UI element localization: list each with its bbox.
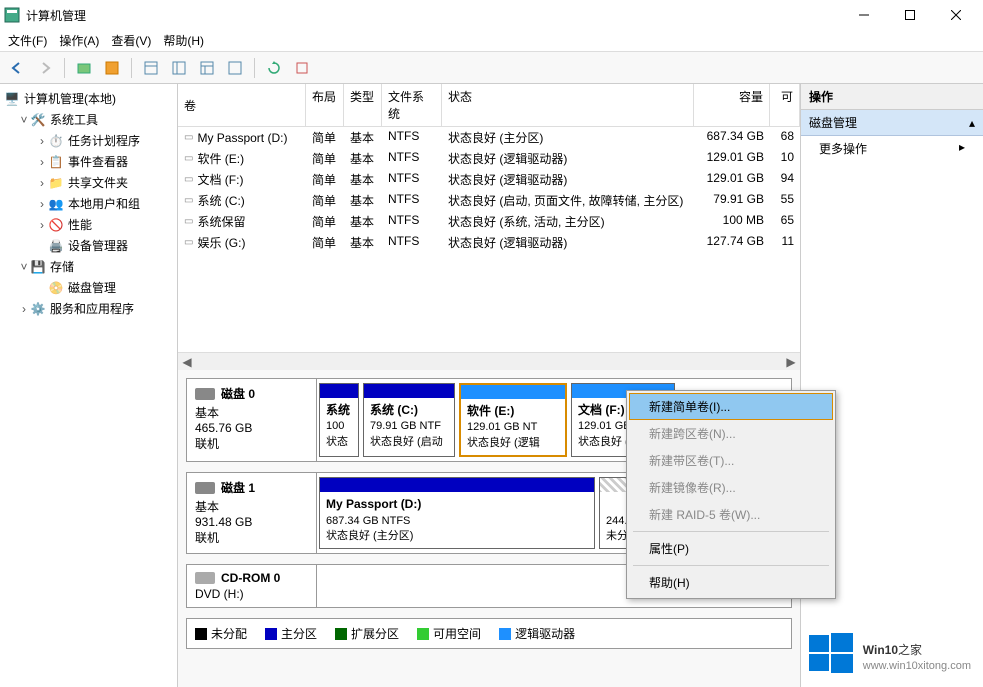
menu-view[interactable]: 查看(V) [111,32,151,49]
titlebar: 计算机管理 [0,0,983,30]
app-icon [4,7,20,23]
partition[interactable]: My Passport (D:)687.34 GB NTFS状态良好 (主分区) [319,477,595,549]
minimize-button[interactable] [841,0,887,30]
volume-row[interactable]: 娱乐 (G:)简单基本NTFS状态良好 (逻辑驱动器)127.74 GB11 [178,232,800,253]
sidebar-head: 操作 [801,84,983,110]
nav-tree: 🖥️计算机管理(本地) ˅🛠️系统工具 ›⏱️任务计划程序 ›📋事件查看器 ›📁… [0,84,178,687]
tree-systools[interactable]: ˅🛠️系统工具 [0,109,177,130]
menu-file[interactable]: 文件(F) [8,32,47,49]
refresh-button[interactable] [263,57,285,79]
context-menu: 新建简单卷(I)... 新建跨区卷(N)... 新建带区卷(T)... 新建镜像… [626,390,836,599]
menu-new-raid5-volume: 新建 RAID-5 卷(W)... [629,501,833,528]
tree-shared[interactable]: ›📁共享文件夹 [0,172,177,193]
legend: 未分配 主分区 扩展分区 可用空间 逻辑驱动器 [186,618,792,649]
scroll-right[interactable]: ▶ [782,355,800,369]
tool-icon[interactable] [101,57,123,79]
tree-root[interactable]: 🖥️计算机管理(本地) [0,88,177,109]
toolbar [0,52,983,84]
partition[interactable]: 系统100状态 [319,383,359,457]
close-button[interactable] [933,0,979,30]
tree-scheduler[interactable]: ›⏱️任务计划程序 [0,130,177,151]
col-fs[interactable]: 文件系统 [382,84,442,126]
window-title: 计算机管理 [26,7,841,24]
tool-icon[interactable] [168,57,190,79]
tree-storage[interactable]: ˅💾存储 [0,256,177,277]
scroll-left[interactable]: ◀ [178,355,196,369]
menubar: 文件(F) 操作(A) 查看(V) 帮助(H) [0,30,983,52]
menu-new-stripe-volume: 新建带区卷(T)... [629,447,833,474]
watermark: Win10之家 www.win10xitong.com [809,631,971,675]
volume-row[interactable]: 文档 (F:)简单基本NTFS状态良好 (逻辑驱动器)129.01 GB94 [178,169,800,190]
tree-users[interactable]: ›👥本地用户和组 [0,193,177,214]
menu-new-span-volume: 新建跨区卷(N)... [629,420,833,447]
tree-perf[interactable]: ›🚫性能 [0,214,177,235]
col-cap[interactable]: 容量 [694,84,770,126]
tree-devmgr[interactable]: 🖨️设备管理器 [0,235,177,256]
volume-list: 卷 布局 类型 文件系统 状态 容量 可 My Passport (D:)简单基… [178,84,800,370]
sidebar-more[interactable]: 更多操作▸ [801,136,983,161]
col-layout[interactable]: 布局 [306,84,344,126]
menu-new-simple-volume[interactable]: 新建简单卷(I)... [629,393,833,420]
tree-diskmgmt[interactable]: 📀磁盘管理 [0,277,177,298]
tool-icon[interactable] [291,57,313,79]
volume-row[interactable]: My Passport (D:)简单基本NTFS状态良好 (主分区)687.34… [178,127,800,148]
col-status[interactable]: 状态 [442,84,694,126]
chevron-right-icon: ▸ [959,140,965,157]
col-vol[interactable]: 卷 [178,84,306,126]
maximize-button[interactable] [887,0,933,30]
partition[interactable]: 系统 (C:)79.91 GB NTF状态良好 (启动 [363,383,455,457]
sidebar-section[interactable]: 磁盘管理▴ [801,110,983,136]
volume-row[interactable]: 软件 (E:)简单基本NTFS状态良好 (逻辑驱动器)129.01 GB10 [178,148,800,169]
windows-logo-icon [809,631,853,675]
h-scrollbar[interactable]: ◀ ▶ [178,352,800,370]
menu-properties[interactable]: 属性(P) [629,535,833,562]
volume-row[interactable]: 系统保留简单基本NTFS状态良好 (系统, 活动, 主分区)100 MB65 [178,211,800,232]
forward-button[interactable] [34,57,56,79]
menu-new-mirror-volume: 新建镜像卷(R)... [629,474,833,501]
volume-header[interactable]: 卷 布局 类型 文件系统 状态 容量 可 [178,84,800,127]
tree-eventviewer[interactable]: ›📋事件查看器 [0,151,177,172]
volume-row[interactable]: 系统 (C:)简单基本NTFS状态良好 (启动, 页面文件, 故障转储, 主分区… [178,190,800,211]
tool-icon[interactable] [224,57,246,79]
back-button[interactable] [6,57,28,79]
col-free[interactable]: 可 [770,84,800,126]
tool-icon[interactable] [196,57,218,79]
partition[interactable]: 软件 (E:)129.01 GB NT状态良好 (逻辑 [459,383,567,457]
collapse-icon: ▴ [969,116,975,130]
col-type[interactable]: 类型 [344,84,382,126]
menu-help[interactable]: 帮助(H) [163,32,204,49]
tool-icon[interactable] [73,57,95,79]
tree-services[interactable]: ›⚙️服务和应用程序 [0,298,177,319]
menu-action[interactable]: 操作(A) [59,32,99,49]
menu-help[interactable]: 帮助(H) [629,569,833,596]
tool-icon[interactable] [140,57,162,79]
